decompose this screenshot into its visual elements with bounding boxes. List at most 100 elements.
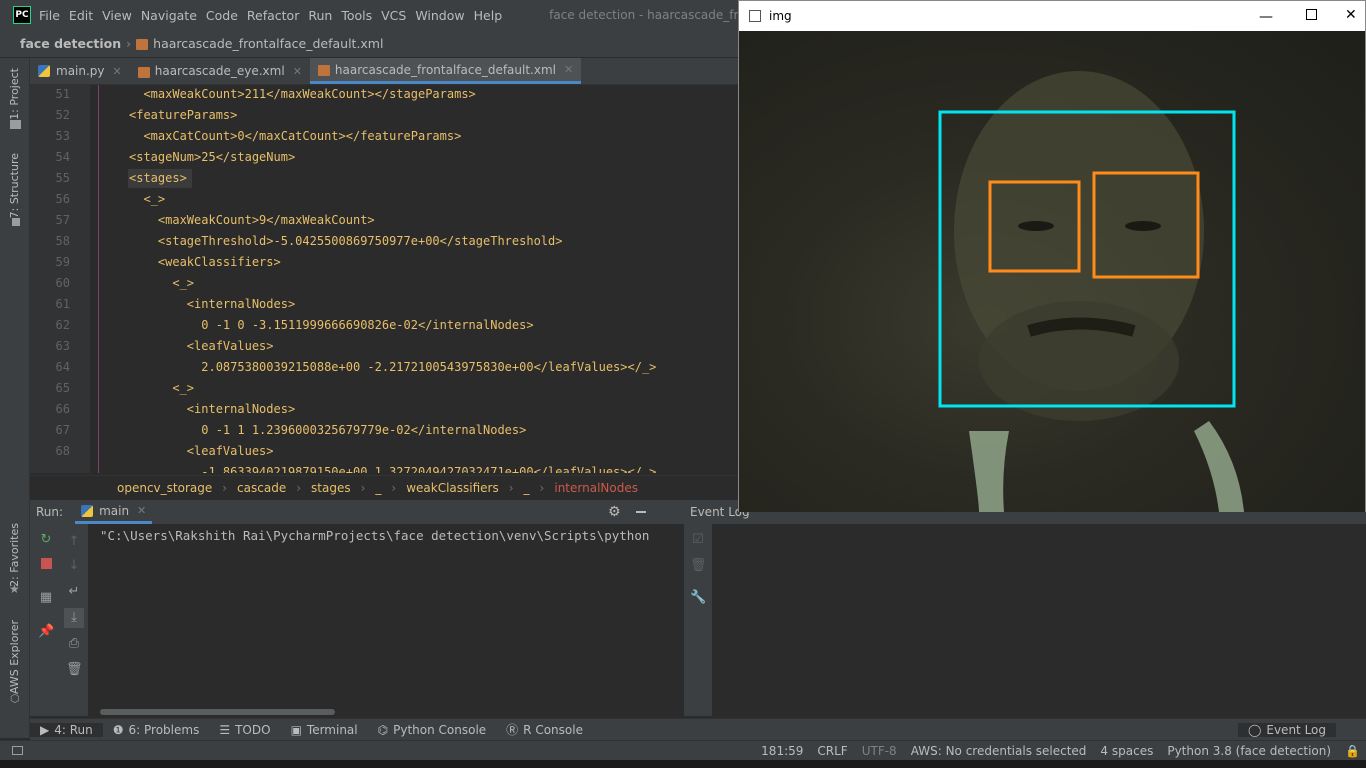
code-line: <_> — [129, 192, 166, 206]
breadcrumb-project[interactable]: face detection — [20, 36, 121, 51]
code-line: <_> — [129, 381, 195, 395]
breadcrumb-file[interactable]: haarcascade_frontalface_default.xml — [153, 36, 383, 51]
crumb-internal-nodes[interactable]: internalNodes — [554, 481, 638, 495]
menu-help[interactable]: Help — [474, 8, 511, 23]
gear-icon[interactable]: ⚙ — [608, 504, 621, 520]
trash-icon[interactable]: 🗑 — [66, 662, 83, 678]
tab-label: haarcascade_frontalface_default.xml — [334, 62, 556, 77]
close-icon[interactable]: ✕ — [137, 504, 146, 517]
tool-window-structure[interactable]: 7: Structure — [8, 153, 21, 218]
file-encoding[interactable]: UTF-8 — [862, 744, 897, 758]
xml-file-icon — [137, 66, 150, 78]
code-line: <maxWeakCount>9</maxWeakCount> — [129, 213, 375, 227]
arrow-down-icon[interactable]: ↓ — [66, 558, 82, 574]
menu-refactor[interactable]: Refactor — [247, 8, 307, 23]
tab-problems[interactable]: ❶ 6: Problems — [103, 723, 210, 737]
tab-terminal[interactable]: ▣ Terminal — [281, 723, 368, 737]
line-number: 62 — [55, 318, 70, 332]
layout-icon[interactable]: ▦ — [38, 590, 54, 606]
tab-main-py[interactable]: main.py ✕ — [30, 58, 130, 84]
mark-read-icon[interactable]: ☑ — [690, 532, 706, 548]
code-line: -1.8633940219879150e+00 1.32720494270324… — [129, 465, 657, 473]
folder-icon — [10, 120, 21, 129]
wrench-icon[interactable]: 🔧 — [690, 590, 706, 606]
line-number: 65 — [55, 381, 70, 395]
line-separator[interactable]: CRLF — [817, 744, 847, 758]
tool-window-aws-explorer[interactable]: AWS Explorer — [8, 620, 21, 694]
close-icon[interactable]: ✕ — [113, 65, 122, 78]
code-line: <stageThreshold>-5.0425500869750977e+00<… — [129, 234, 563, 248]
rerun-icon[interactable]: ↻ — [38, 532, 54, 548]
aws-credentials[interactable]: AWS: No credentials selected — [911, 744, 1087, 758]
play-icon: ▶ — [40, 722, 50, 737]
crumb-item[interactable]: _ — [375, 481, 381, 495]
crumb-opencv-storage[interactable]: opencv_storage — [117, 481, 212, 495]
tab-todo[interactable]: ☰ TODO — [209, 723, 280, 737]
menu-file[interactable]: File — [39, 8, 68, 23]
change-marker — [98, 85, 99, 473]
print-icon[interactable]: ⎙ — [66, 636, 82, 652]
tab-event-log[interactable]: ◯ Event Log — [1237, 722, 1336, 737]
menu-tools[interactable]: Tools — [341, 8, 380, 23]
menu-run[interactable]: Run — [308, 8, 340, 23]
indent-setting[interactable]: 4 spaces — [1100, 744, 1153, 758]
tab-run[interactable]: ▶ 4: Run — [30, 722, 103, 737]
tab-python-console[interactable]: ⌬ Python Console — [368, 723, 497, 737]
img-title-bar: img — ✕ — [739, 1, 1365, 31]
minimize-icon[interactable] — [636, 511, 646, 513]
camera-frame — [739, 31, 1365, 512]
event-log-toolbar: ☑ 🗑 🔧 — [684, 524, 712, 716]
pin-icon[interactable]: 📌 — [38, 624, 54, 640]
python-interpreter[interactable]: Python 3.8 (face detection) — [1167, 744, 1331, 758]
xml-file-icon — [317, 65, 330, 76]
line-number: 57 — [55, 213, 70, 227]
event-log-panel[interactable] — [684, 500, 1366, 716]
crumb-stages[interactable]: stages — [311, 481, 351, 495]
close-icon[interactable]: ✕ — [293, 65, 302, 78]
code-line: 2.0875380039215088e+00 -2.21721005439758… — [129, 360, 657, 374]
line-number: 61 — [55, 297, 70, 311]
toggle-tool-windows-icon[interactable] — [12, 746, 23, 755]
tab-label: haarcascade_eye.xml — [154, 64, 285, 78]
maximize-icon[interactable] — [1306, 9, 1317, 20]
python-file-icon — [38, 65, 50, 77]
horizontal-scrollbar[interactable] — [100, 709, 335, 715]
menu-navigate[interactable]: Navigate — [141, 8, 205, 23]
arrow-up-icon[interactable]: ↑ — [66, 534, 82, 550]
code-line: <featureParams> — [129, 108, 238, 122]
tab-label: main.py — [56, 64, 105, 78]
soft-wrap-icon[interactable]: ↵ — [66, 584, 82, 600]
crumb-item[interactable]: _ — [524, 481, 530, 495]
tool-window-favorites[interactable]: 2: Favorites — [8, 523, 21, 587]
img-window-title: img — [769, 9, 792, 23]
crumb-cascade[interactable]: cascade — [237, 481, 286, 495]
menu-code[interactable]: Code — [206, 8, 246, 23]
terminal-icon: ▣ — [290, 722, 302, 737]
minimize-icon[interactable]: — — [1259, 9, 1273, 25]
close-icon[interactable]: ✕ — [564, 63, 573, 76]
caret-position[interactable]: 181:59 — [761, 744, 803, 758]
tab-haarcascade-eye[interactable]: haarcascade_eye.xml ✕ — [130, 58, 310, 84]
menu-window[interactable]: Window — [415, 8, 472, 23]
run-config-tab[interactable]: main — [99, 504, 129, 518]
menu-vcs[interactable]: VCS — [381, 8, 414, 23]
scroll-to-end-icon[interactable]: ⤓ — [64, 608, 84, 628]
run-label: Run: — [36, 505, 64, 519]
code-editor[interactable]: 51 52 53 54 55 56 57 58 59 60 61 62 63 64 65 66 67 68 <ma… — [30, 85, 738, 473]
menu-edit[interactable]: Edit — [69, 8, 101, 23]
tab-label: Python Console — [393, 722, 487, 737]
line-gutter: 51 52 53 54 55 56 57 58 59 60 61 62 63 64 65 66 67 68 — [30, 85, 90, 473]
line-number: 60 — [55, 276, 70, 290]
code-line: <maxCatCount>0</maxCatCount></featurePar… — [129, 129, 462, 143]
close-icon[interactable]: ✕ — [1345, 7, 1357, 23]
tool-window-project[interactable]: 1: Project — [8, 68, 21, 120]
tab-haarcascade-frontalface[interactable]: haarcascade_frontalface_default.xml ✕ — [309, 58, 582, 84]
stop-icon[interactable] — [38, 558, 54, 574]
tab-r-console[interactable]: Ⓡ R Console — [496, 721, 593, 738]
trash-icon[interactable]: 🗑 — [690, 558, 707, 574]
menu-view[interactable]: View — [102, 8, 140, 23]
run-console[interactable] — [30, 524, 684, 716]
crumb-weak-classifiers[interactable]: weakClassifiers — [406, 481, 499, 495]
lock-icon[interactable]: 🔒 — [1345, 744, 1360, 758]
img-window[interactable]: img — ✕ — [738, 0, 1366, 512]
